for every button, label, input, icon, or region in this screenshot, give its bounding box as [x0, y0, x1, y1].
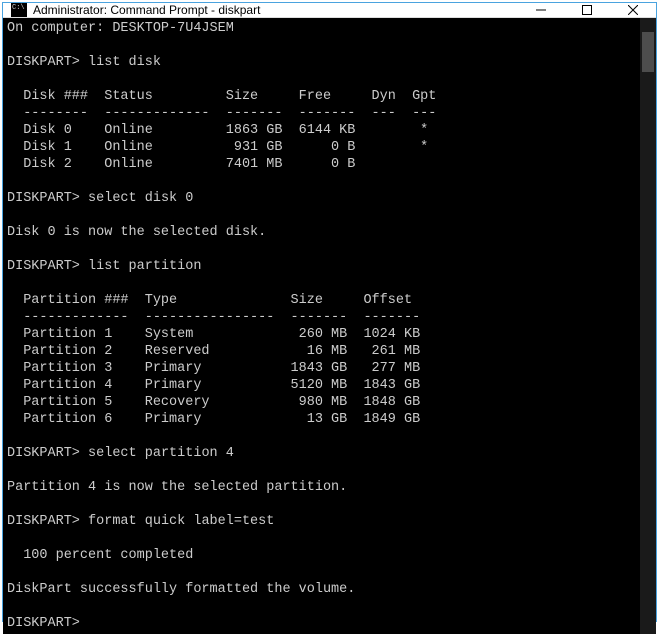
window-controls — [518, 3, 656, 17]
msg-partition-selected: Partition 4 is now the selected partitio… — [7, 480, 347, 495]
cmd-format: format quick label=test — [88, 514, 274, 529]
terminal-output[interactable]: On computer: DESKTOP-7U4JSEM DISKPART> l… — [3, 18, 640, 634]
titlebar[interactable]: Administrator: Command Prompt - diskpart — [3, 3, 656, 18]
maximize-button[interactable] — [564, 3, 610, 17]
cmd-list-partition: list partition — [88, 259, 201, 274]
cmd-icon — [11, 3, 27, 17]
disk-row: Disk 1 Online 931 GB 0 B * — [7, 140, 428, 155]
partition-row: Partition 2 Reserved 16 MB 261 MB — [7, 344, 420, 359]
close-button[interactable] — [610, 3, 656, 17]
vertical-scrollbar[interactable] — [640, 18, 656, 634]
msg-success: DiskPart successfully formatted the volu… — [7, 582, 355, 597]
prompt: DISKPART> — [7, 191, 80, 206]
partition-divider: ------------- ---------------- ------- -… — [7, 310, 420, 325]
cmd-select-partition: select partition 4 — [88, 446, 234, 461]
prompt: DISKPART> — [7, 55, 80, 70]
partition-row: Partition 1 System 260 MB 1024 KB — [7, 327, 420, 342]
msg-progress: 100 percent completed — [7, 548, 193, 563]
prompt: DISKPART> — [7, 514, 80, 529]
partition-row: Partition 4 Primary 5120 MB 1843 GB — [7, 378, 420, 393]
scrollbar-thumb[interactable] — [642, 32, 654, 72]
disk-header: Disk ### Status Size Free Dyn Gpt — [7, 89, 436, 104]
disk-row: Disk 2 Online 7401 MB 0 B — [7, 157, 355, 172]
disk-row: Disk 0 Online 1863 GB 6144 KB * — [7, 123, 428, 138]
window-title: Administrator: Command Prompt - diskpart — [33, 3, 518, 17]
cmd-list-disk: list disk — [88, 55, 161, 70]
terminal-area: On computer: DESKTOP-7U4JSEM DISKPART> l… — [3, 18, 656, 634]
msg-disk-selected: Disk 0 is now the selected disk. — [7, 225, 266, 240]
scroll-down-icon[interactable] — [640, 620, 656, 634]
partition-row: Partition 6 Primary 13 GB 1849 GB — [7, 412, 420, 427]
disk-divider: -------- ------------- ------- ------- -… — [7, 106, 436, 121]
cmd-select-disk: select disk 0 — [88, 191, 193, 206]
scroll-up-icon[interactable] — [640, 18, 656, 32]
command-prompt-window: Administrator: Command Prompt - diskpart… — [2, 2, 657, 622]
partition-row: Partition 3 Primary 1843 GB 277 MB — [7, 361, 420, 376]
prompt: DISKPART> — [7, 259, 80, 274]
prompt: DISKPART> — [7, 446, 80, 461]
partition-row: Partition 5 Recovery 980 MB 1848 GB — [7, 395, 420, 410]
partition-header: Partition ### Type Size Offset — [7, 293, 412, 308]
minimize-button[interactable] — [518, 3, 564, 17]
computer-line: On computer: DESKTOP-7U4JSEM — [7, 21, 234, 36]
